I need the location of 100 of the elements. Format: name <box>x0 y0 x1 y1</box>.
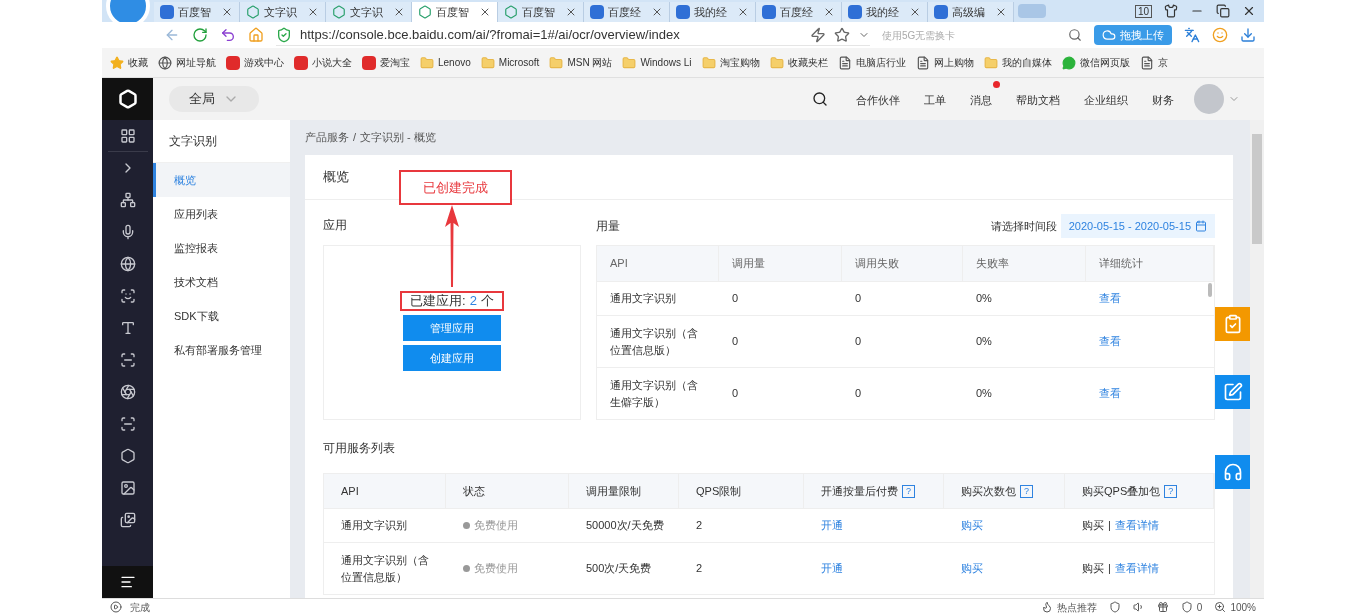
undo-icon[interactable] <box>220 27 236 43</box>
enable-link[interactable]: 开通 <box>804 517 944 534</box>
sidebar-item[interactable]: 概览 <box>153 163 290 197</box>
zoom-button[interactable]: 100% <box>1214 599 1256 615</box>
shirt-icon[interactable] <box>1164 4 1178 18</box>
logo-icon[interactable] <box>102 78 153 120</box>
close-icon[interactable] <box>221 6 233 18</box>
sidebar-item[interactable]: 技术文档 <box>153 265 290 299</box>
close-icon[interactable] <box>479 6 491 18</box>
view-link[interactable]: 查看 <box>1086 290 1214 307</box>
refresh-icon[interactable] <box>192 27 208 43</box>
header-link[interactable]: 消息 <box>970 94 992 106</box>
bookmark[interactable]: Microsoft <box>480 55 540 70</box>
close-icon[interactable] <box>995 6 1007 18</box>
header-link[interactable]: 工单 <box>924 94 946 106</box>
browser-tab[interactable]: 百度智 <box>498 2 584 22</box>
bookmark[interactable]: MSN 网站 <box>549 55 613 70</box>
bookmark[interactable]: 游戏中心 <box>226 55 284 70</box>
buy-link[interactable]: 购买 <box>1082 517 1104 534</box>
tab-count[interactable]: 10 <box>1134 4 1152 18</box>
edit-button[interactable] <box>1215 375 1250 409</box>
speaker-icon[interactable] <box>1132 601 1145 613</box>
network-icon[interactable] <box>119 192 136 208</box>
gift-icon[interactable] <box>1156 601 1169 613</box>
bookmark[interactable]: 收藏夹栏 <box>769 55 828 70</box>
menu-icon[interactable] <box>119 574 136 590</box>
buy-link[interactable]: 购买 <box>944 517 1065 534</box>
close-icon[interactable] <box>393 6 405 18</box>
region-select[interactable]: 全局 <box>169 86 259 112</box>
bookmark[interactable]: Lenovo <box>420 55 471 70</box>
adblock-button[interactable]: 0 <box>1180 599 1203 615</box>
sidebar-item[interactable]: 私有部署服务管理 <box>153 333 290 367</box>
download-icon[interactable] <box>1240 27 1256 43</box>
breadcrumb-item[interactable]: 产品服务 <box>305 129 349 146</box>
view-link[interactable]: 查看 <box>1086 333 1214 350</box>
browser-tab[interactable]: 百度经 <box>756 2 842 22</box>
browser-tab[interactable]: 我的经 <box>670 2 756 22</box>
scrollbar[interactable] <box>1208 283 1212 297</box>
close-icon[interactable] <box>307 6 319 18</box>
image-icon[interactable] <box>119 480 136 496</box>
close-icon[interactable] <box>823 6 835 18</box>
text-icon[interactable] <box>119 320 136 336</box>
support-button[interactable] <box>1215 455 1250 489</box>
images-icon[interactable] <box>119 512 136 528</box>
star-icon[interactable] <box>834 26 850 43</box>
header-link[interactable]: 财务 <box>1152 94 1174 106</box>
browser-tab[interactable]: 我的经 <box>842 2 928 22</box>
hot-news-button[interactable]: 热点推荐 <box>1040 599 1097 615</box>
close-icon[interactable] <box>737 6 749 18</box>
primary-button[interactable]: 创建应用 <box>403 345 501 371</box>
help-icon[interactable]: ? <box>902 484 915 498</box>
restore-icon[interactable] <box>1216 4 1230 18</box>
scrollbar[interactable] <box>1252 134 1262 244</box>
bookmark[interactable]: Windows Li <box>622 55 692 70</box>
browser-tab[interactable]: 文字识 <box>326 2 412 22</box>
bookmark[interactable]: 京 <box>1139 55 1168 70</box>
face-scan-icon[interactable] <box>119 288 136 304</box>
bookmark[interactable]: 收藏 <box>110 55 148 70</box>
browser-tab[interactable]: 百度经 <box>584 2 670 22</box>
aperture-icon[interactable] <box>119 384 136 400</box>
scan-icon[interactable] <box>119 416 136 432</box>
close-icon[interactable] <box>909 6 921 18</box>
bookmark[interactable]: 网址导航 <box>158 55 216 70</box>
help-icon[interactable]: ? <box>1164 484 1178 498</box>
shield-icon[interactable] <box>1108 601 1121 613</box>
grid-icon[interactable] <box>119 127 136 144</box>
play-icon[interactable] <box>110 601 122 613</box>
sidebar-item[interactable]: 监控报表 <box>153 231 290 265</box>
bookmark[interactable]: 爱淘宝 <box>362 55 410 70</box>
sidebar-item[interactable]: 应用列表 <box>153 197 290 231</box>
header-link[interactable]: 企业组织 <box>1084 94 1128 106</box>
address-field[interactable]: https://console.bce.baidu.com/ai/?fromai=1#/ai/ocr/overview/index <box>276 24 870 46</box>
close-icon[interactable] <box>1242 4 1256 18</box>
primary-button[interactable]: 管理应用 <box>403 315 501 341</box>
translate-icon[interactable] <box>1184 27 1200 43</box>
hexagon-icon[interactable] <box>119 448 136 464</box>
browser-tab[interactable]: 百度智 <box>412 2 498 22</box>
help-icon[interactable]: ? <box>1020 484 1033 498</box>
bookmark[interactable]: 电脑店行业 <box>837 55 906 70</box>
browser-tab[interactable]: 文字识 <box>240 2 326 22</box>
header-link[interactable]: 帮助文档 <box>1016 94 1060 106</box>
browser-tab[interactable]: 高级编 <box>928 2 1014 22</box>
scan-icon[interactable] <box>119 352 136 368</box>
breadcrumb-item[interactable]: 文字识别 - 概览 <box>360 129 436 146</box>
header-link[interactable]: 合作伙伴 <box>856 94 900 106</box>
bookmark[interactable]: 我的自媒体 <box>983 55 1052 70</box>
search-icon[interactable] <box>812 91 828 107</box>
details-link[interactable]: 查看详情 <box>1114 560 1159 577</box>
bookmark[interactable]: 微信网页版 <box>1061 55 1130 70</box>
date-range-field[interactable]: 2020-05-15 - 2020-05-15 <box>1060 214 1215 238</box>
view-link[interactable]: 查看 <box>1086 385 1214 402</box>
buy-link[interactable]: 购买 <box>944 560 1065 577</box>
bookmark[interactable]: 淘宝购物 <box>701 55 760 70</box>
sidebar-item[interactable]: SDK下载 <box>153 299 290 333</box>
buy-link[interactable]: 购买 <box>1082 560 1104 577</box>
bookmark[interactable]: 小说大全 <box>294 55 352 70</box>
bookmark[interactable]: 网上购物 <box>915 55 974 70</box>
details-link[interactable]: 查看详情 <box>1114 517 1159 534</box>
globe-icon[interactable] <box>119 256 136 272</box>
enable-link[interactable]: 开通 <box>804 560 944 577</box>
